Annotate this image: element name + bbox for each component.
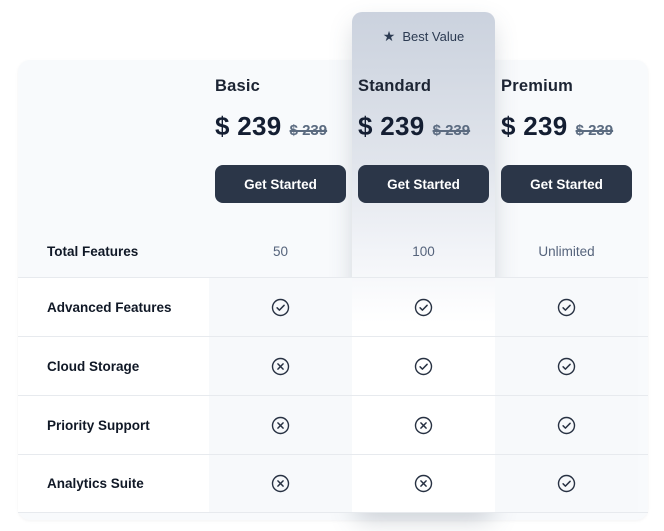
x-circle-icon	[352, 455, 495, 512]
x-circle-icon	[209, 455, 352, 512]
check-circle-icon	[352, 337, 495, 395]
features-comparison-table: Total Features50100UnlimitedAdvanced Fea…	[18, 225, 648, 513]
get-started-button-premium[interactable]: Get Started	[501, 165, 632, 203]
plan-column-basic: Basic $ 239 $ 239 Get Started	[209, 60, 352, 225]
plan-column-premium: Premium $ 239 $ 239 Get Started	[495, 60, 638, 225]
plan-column-standard: Standard $ 239 $ 239 Get Started	[352, 60, 495, 225]
price-row: $ 239 $ 239	[358, 111, 489, 142]
feature-row: Cloud Storage	[18, 336, 648, 395]
current-price: $ 239	[501, 111, 568, 142]
best-value-badge: ★ Best Value	[352, 12, 495, 60]
feature-row: Analytics Suite	[18, 454, 648, 513]
check-circle-icon	[495, 455, 638, 512]
best-value-label: Best Value	[402, 29, 464, 44]
star-icon: ★	[383, 29, 396, 43]
original-price-strikethrough: $ 239	[576, 122, 614, 139]
check-circle-icon	[209, 278, 352, 336]
x-circle-icon	[352, 396, 495, 454]
get-started-button-basic[interactable]: Get Started	[215, 165, 346, 203]
feature-row: Priority Support	[18, 395, 648, 454]
feature-row: Total Features50100Unlimited	[18, 225, 648, 277]
feature-row: Advanced Features	[18, 277, 648, 336]
plan-name: Basic	[215, 77, 346, 96]
plans-header-row: Basic $ 239 $ 239 Get Started Standard $…	[18, 60, 648, 225]
x-circle-icon	[209, 337, 352, 395]
original-price-strikethrough: $ 239	[290, 122, 328, 139]
x-circle-icon	[209, 396, 352, 454]
check-circle-icon	[352, 278, 495, 336]
check-circle-icon	[495, 337, 638, 395]
original-price-strikethrough: $ 239	[433, 122, 471, 139]
pricing-table: ★ Best Value Basic $ 239 $ 239 Get Start…	[18, 60, 648, 520]
feature-value: 100	[352, 225, 495, 277]
feature-value: Unlimited	[495, 225, 638, 277]
current-price: $ 239	[358, 111, 425, 142]
feature-label: Advanced Features	[18, 278, 209, 336]
current-price: $ 239	[215, 111, 282, 142]
feature-label: Priority Support	[18, 396, 209, 454]
feature-label: Cloud Storage	[18, 337, 209, 395]
header-spacer-cell	[18, 60, 209, 225]
plan-name: Standard	[358, 77, 489, 96]
check-circle-icon	[495, 396, 638, 454]
price-row: $ 239 $ 239	[215, 111, 346, 142]
feature-label: Analytics Suite	[18, 455, 209, 512]
get-started-button-standard[interactable]: Get Started	[358, 165, 489, 203]
feature-label: Total Features	[18, 225, 209, 277]
check-circle-icon	[495, 278, 638, 336]
price-row: $ 239 $ 239	[501, 111, 632, 142]
feature-value: 50	[209, 225, 352, 277]
plan-name: Premium	[501, 77, 632, 96]
